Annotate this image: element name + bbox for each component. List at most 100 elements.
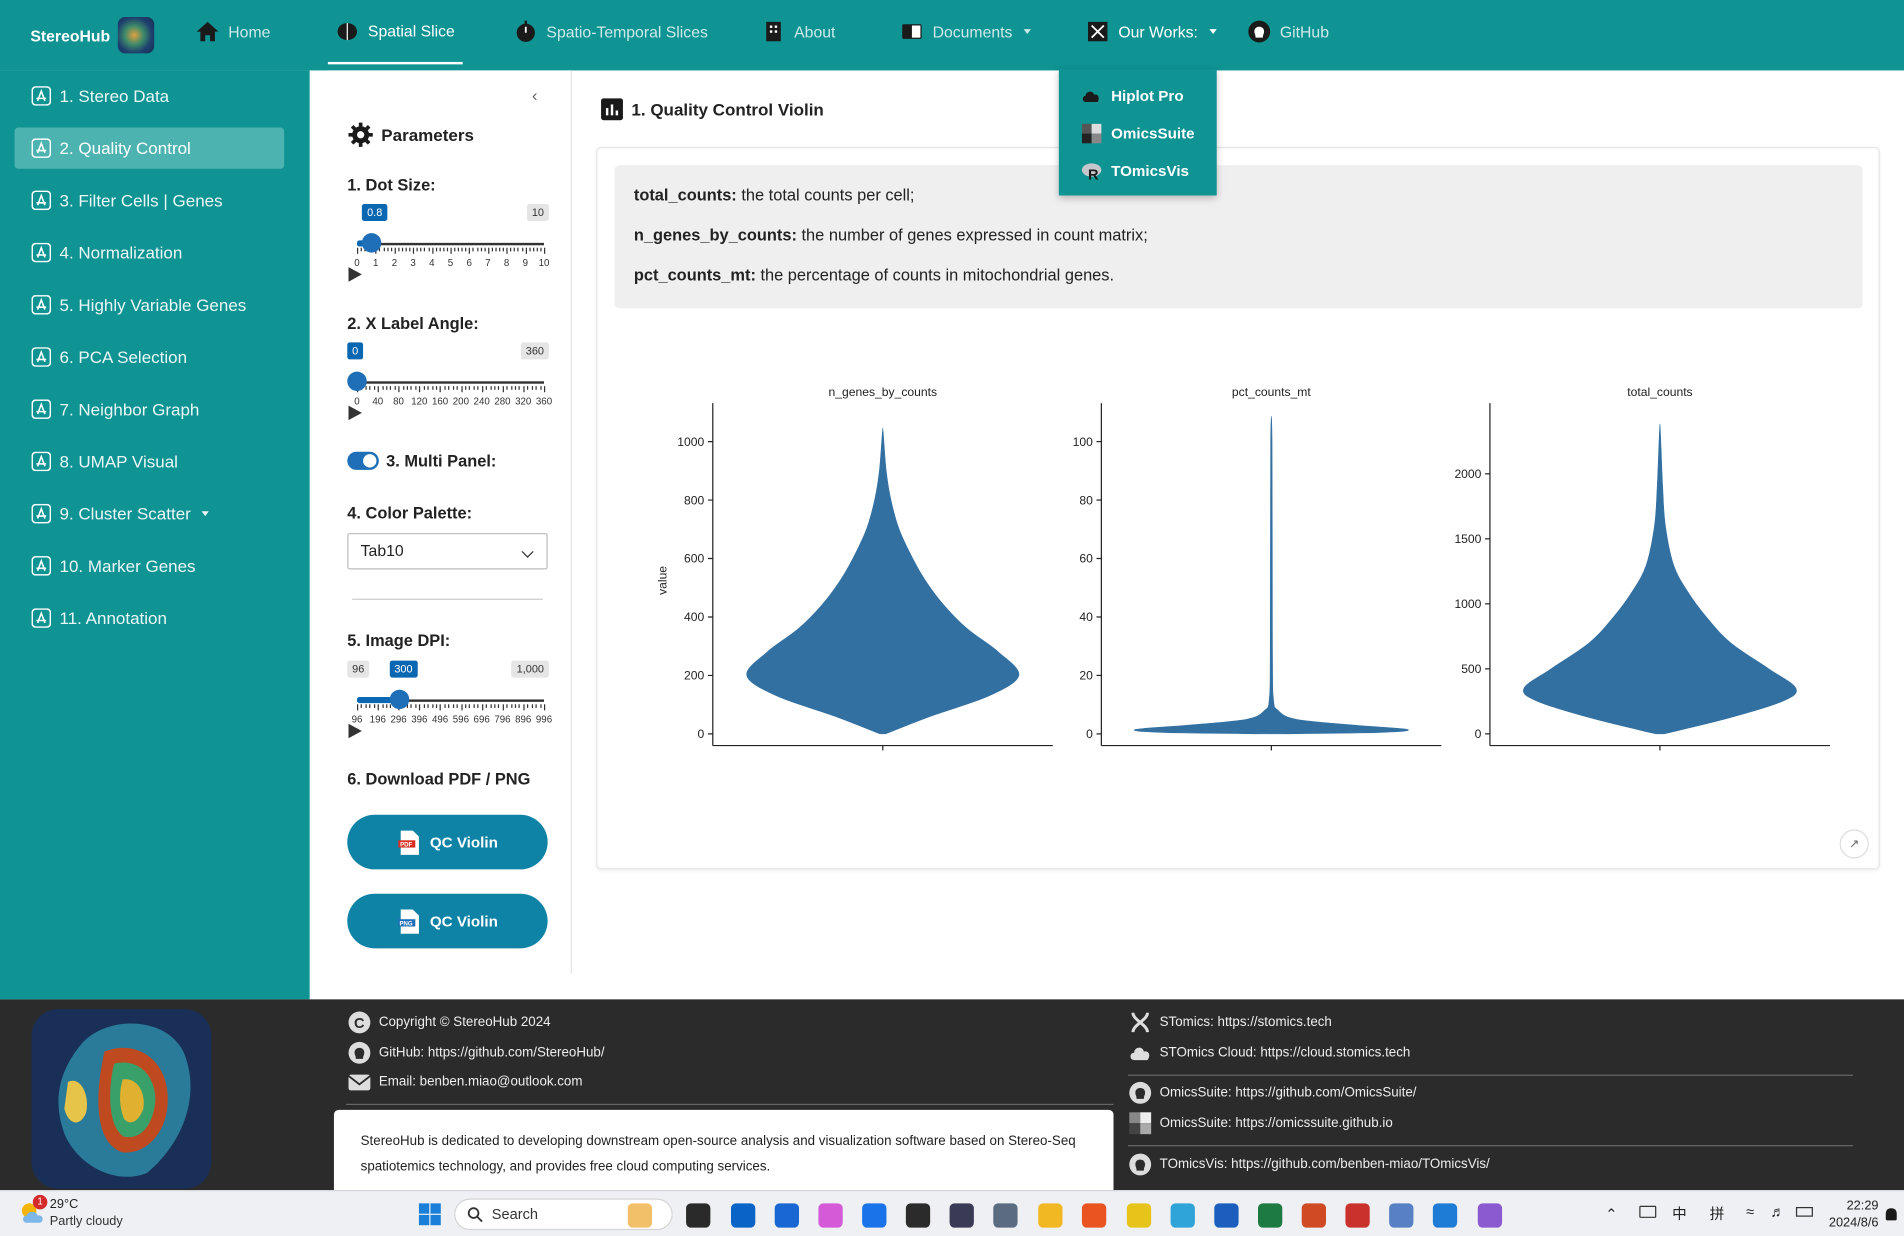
x-label-angle-slider[interactable]: 0 40 80 120 160 200 240 280 320 360 0 360: [347, 342, 552, 413]
battery-icon[interactable]: [1795, 1207, 1813, 1217]
dot-size-slider[interactable]: 0 1 2 3 4 5 6 7 8 9 10 0.8 10: [347, 204, 549, 274]
word-icon[interactable]: [1214, 1203, 1239, 1228]
nav-our-works[interactable]: Our Works:: [1086, 0, 1217, 63]
obs-icon[interactable]: [949, 1203, 974, 1228]
ime-pinyin[interactable]: 拼: [1710, 1203, 1725, 1224]
nav-documents[interactable]: Documents: [900, 0, 1031, 63]
outlook-icon[interactable]: [731, 1203, 756, 1228]
slider-value-badge: 0: [347, 342, 364, 360]
footer-email[interactable]: Email: benben.miao@outlook.com: [347, 1070, 582, 1094]
footer-link-tomicsvis[interactable]: TOmicsVis: https://github.com/benben-mia…: [1128, 1152, 1490, 1176]
settings-icon[interactable]: [993, 1203, 1018, 1228]
nav-home[interactable]: Home: [196, 0, 270, 63]
folder-icon[interactable]: [1038, 1203, 1063, 1228]
slider-track[interactable]: [357, 242, 545, 246]
edge-icon[interactable]: [1170, 1203, 1195, 1228]
slider-tick: [460, 704, 463, 711]
sidebar-item[interactable]: 8. UMAP Visual: [15, 441, 285, 482]
keyboard-icon[interactable]: [1639, 1205, 1657, 1218]
windows-start-icon[interactable]: [418, 1202, 442, 1230]
volume-icon[interactable]: ♬: [1770, 1203, 1785, 1220]
scribble-app-icon[interactable]: [627, 1203, 653, 1228]
slider-tick: [532, 247, 534, 252]
y-tick-label: 80: [1079, 493, 1093, 507]
footer-github-link: GitHub: https://github.com/StereoHub/: [378, 1045, 605, 1061]
y-tick-label: 500: [1461, 662, 1481, 676]
nav-github-label: GitHub: [1279, 22, 1330, 41]
footer-link-omicssuite-github[interactable]: OmicsSuite: https://github.com/OmicsSuit…: [1128, 1081, 1417, 1105]
image-dpi-slider[interactable]: 96 196 296 396 496 596 696 796 896 996 96 300 1,000: [347, 660, 552, 731]
color-palette-select[interactable]: Tab10: [347, 533, 548, 570]
weather-temp: 29°C: [49, 1197, 79, 1212]
slider-tick-label: 596: [452, 714, 469, 725]
collapse-panel-button[interactable]: ‹: [532, 85, 538, 104]
slider-tick: [419, 704, 421, 711]
nav-spatio-temporal[interactable]: Spatio-Temporal Slices: [514, 0, 708, 63]
slider-track[interactable]: [357, 381, 545, 384]
sidebar-item[interactable]: 9. Cluster Scatter: [15, 493, 285, 534]
store-icon[interactable]: [774, 1203, 800, 1228]
nav-github[interactable]: GitHub: [1247, 0, 1329, 63]
copilot-icon[interactable]: [818, 1203, 843, 1228]
slider-handle[interactable]: [389, 689, 409, 710]
wifi-icon[interactable]: ≈: [1746, 1203, 1754, 1220]
footer-github[interactable]: GitHub: https://github.com/StereoHub/: [347, 1041, 605, 1065]
sidebar-item[interactable]: 1. Stereo Data: [15, 75, 285, 116]
chart-icon: [601, 98, 623, 121]
sidebar-item[interactable]: 11. Annotation: [15, 597, 285, 638]
excel-icon[interactable]: [1258, 1203, 1283, 1228]
slider-handle[interactable]: [347, 371, 367, 392]
dropdown-item-tomicsvis[interactable]: R TOmicsVis: [1059, 152, 1217, 190]
x-label-angle-play-button[interactable]: [348, 405, 362, 421]
clock-date[interactable]: 2024/8/6: [1823, 1216, 1879, 1231]
footer-link-text: TOmicsVis: https://github.com/benben-mia…: [1159, 1157, 1490, 1172]
dropdown-item-omicssuite[interactable]: OmicsSuite: [1059, 114, 1217, 152]
sidebar-item[interactable]: 5. Highly Variable Genes: [15, 284, 285, 325]
brain-icon: [335, 19, 359, 43]
vscode-icon[interactable]: [1432, 1203, 1458, 1228]
description-text: the number of genes expressed in count m…: [796, 225, 1148, 245]
chevron-up-icon[interactable]: ⌃: [1605, 1206, 1617, 1223]
slider-tick: [427, 704, 429, 708]
notes-icon[interactable]: [1126, 1203, 1152, 1228]
slider-tick: [514, 247, 516, 252]
expand-icon[interactable]: ↗: [1839, 829, 1869, 859]
omicssuite-icon: [1128, 1111, 1152, 1135]
dot-size-play-button[interactable]: [348, 267, 362, 282]
sidebar-item[interactable]: 2. Quality Control: [14, 127, 285, 169]
ubuntu-icon[interactable]: [1081, 1203, 1107, 1228]
sidebar-item[interactable]: 3. Filter Cells | Genes: [15, 180, 285, 221]
image-dpi-play-button[interactable]: [348, 723, 362, 739]
powerpoint-icon[interactable]: [1301, 1203, 1327, 1228]
r-icon[interactable]: [1389, 1203, 1414, 1228]
footer-link-stomics-cloud[interactable]: STOmics Cloud: https://cloud.stomics.tec…: [1128, 1041, 1410, 1065]
ime-mode[interactable]: 中: [1672, 1203, 1687, 1224]
parameters-panel: ‹ Parameters 1. Dot Size: 0 1 2 3 4 5 6 7 8 9 10 0.…: [327, 70, 572, 974]
terminal-icon[interactable]: [905, 1203, 931, 1228]
brand[interactable]: StereoHub: [30, 17, 154, 54]
download-png-button[interactable]: PNG QC Violin: [347, 893, 548, 949]
app-store-icon: [31, 86, 52, 106]
footer-link-stomics[interactable]: STomics: https://stomics.tech: [1128, 1010, 1332, 1034]
dropdown-item-hiplot-pro[interactable]: Hiplot Pro: [1059, 77, 1217, 115]
clock-time[interactable]: 22:29: [1828, 1199, 1879, 1214]
our-works-dropdown: Hiplot Pro OmicsSuite R TOmicsVis: [1058, 69, 1217, 196]
nav-about[interactable]: About: [761, 0, 835, 63]
sidebar-item[interactable]: 7. Neighbor Graph: [15, 389, 285, 430]
slider-tick: [386, 386, 388, 390]
sidebar-item[interactable]: 6. PCA Selection: [15, 336, 285, 377]
slider-tick: [411, 704, 413, 708]
footer-link-omicssuite-site[interactable]: OmicsSuite: https://omicssuite.github.io: [1128, 1111, 1393, 1135]
multi-panel-toggle[interactable]: [347, 451, 379, 470]
file-explorer-dark-icon[interactable]: [686, 1203, 711, 1228]
download-pdf-button[interactable]: PDF QC Violin: [347, 814, 548, 870]
visual-studio-icon[interactable]: [1477, 1203, 1503, 1228]
notification-bell-icon[interactable]: [1885, 1208, 1897, 1221]
sidebar-item[interactable]: 4. Normalization: [15, 232, 285, 273]
weather-icon[interactable]: 1: [17, 1194, 49, 1228]
sidebar-item[interactable]: 10. Marker Genes: [15, 545, 285, 586]
notepad-icon[interactable]: [862, 1203, 887, 1228]
zotero-icon[interactable]: [1345, 1203, 1370, 1228]
nav-spatial-slice[interactable]: Spatial Slice: [327, 0, 463, 65]
slider-tick: [499, 247, 501, 252]
